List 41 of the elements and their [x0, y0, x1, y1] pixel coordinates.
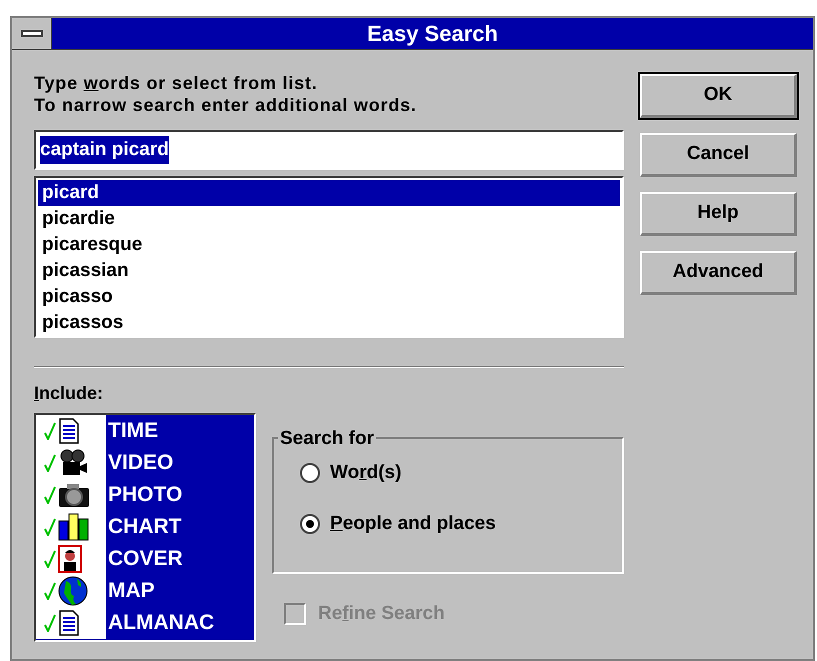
include-list[interactable]: TIME VIDEO PHOTO CHART COVER MAP ALMANAC: [34, 413, 256, 642]
dialog-button[interactable]: Help: [640, 192, 797, 236]
check-mark-icon[interactable]: [44, 582, 56, 600]
check-mark-icon[interactable]: [44, 486, 56, 504]
document-icon: [58, 418, 80, 444]
instruction-text: To narrow search enter additional words.: [34, 94, 418, 116]
window-title: Easy Search: [366, 20, 499, 48]
check-mark-icon[interactable]: [44, 518, 56, 536]
word-list-item[interactable]: picassos: [38, 310, 620, 336]
movie-camera-icon: [58, 449, 88, 477]
instruction-text: Type words or select from list.: [34, 72, 319, 94]
check-mark-icon[interactable]: [44, 614, 56, 632]
portrait-icon: [58, 545, 82, 573]
system-menu-button[interactable]: [12, 18, 52, 49]
include-label: Include:: [34, 382, 104, 405]
bar-chart-icon: [58, 513, 90, 541]
word-list-item[interactable]: picard: [38, 180, 620, 206]
minus-icon: [20, 30, 42, 37]
dialog-button[interactable]: OK: [640, 74, 797, 118]
option-label: People and places: [330, 512, 496, 536]
word-list-item[interactable]: picasso: [38, 284, 620, 310]
word-list-item[interactable]: picaresque: [38, 232, 620, 258]
dialog-button[interactable]: Advanced: [640, 251, 797, 295]
dialog-button[interactable]: Cancel: [640, 133, 797, 177]
document-icon: [58, 610, 80, 636]
radio-option[interactable]: Word(s): [300, 459, 622, 488]
globe-icon: [58, 576, 88, 606]
check-mark-icon[interactable]: [44, 422, 56, 440]
word-list[interactable]: picard picardie picaresque picassian picasso picassos: [34, 176, 624, 338]
word-list-item[interactable]: picardie: [38, 206, 620, 232]
word-list-item[interactable]: picassian: [38, 258, 620, 284]
check-mark-icon[interactable]: [44, 454, 56, 472]
refine-label: Refine Search: [318, 602, 445, 626]
radio-button[interactable]: [300, 463, 320, 484]
check-mark-icon[interactable]: [44, 550, 56, 568]
option-label: Word(s): [330, 461, 402, 485]
search-field[interactable]: captain picard: [34, 130, 624, 170]
field-value: captain picard: [40, 136, 169, 164]
camera-icon: [58, 482, 90, 508]
radio-button[interactable]: [300, 514, 320, 534]
radio-option[interactable]: People and places: [300, 510, 622, 538]
